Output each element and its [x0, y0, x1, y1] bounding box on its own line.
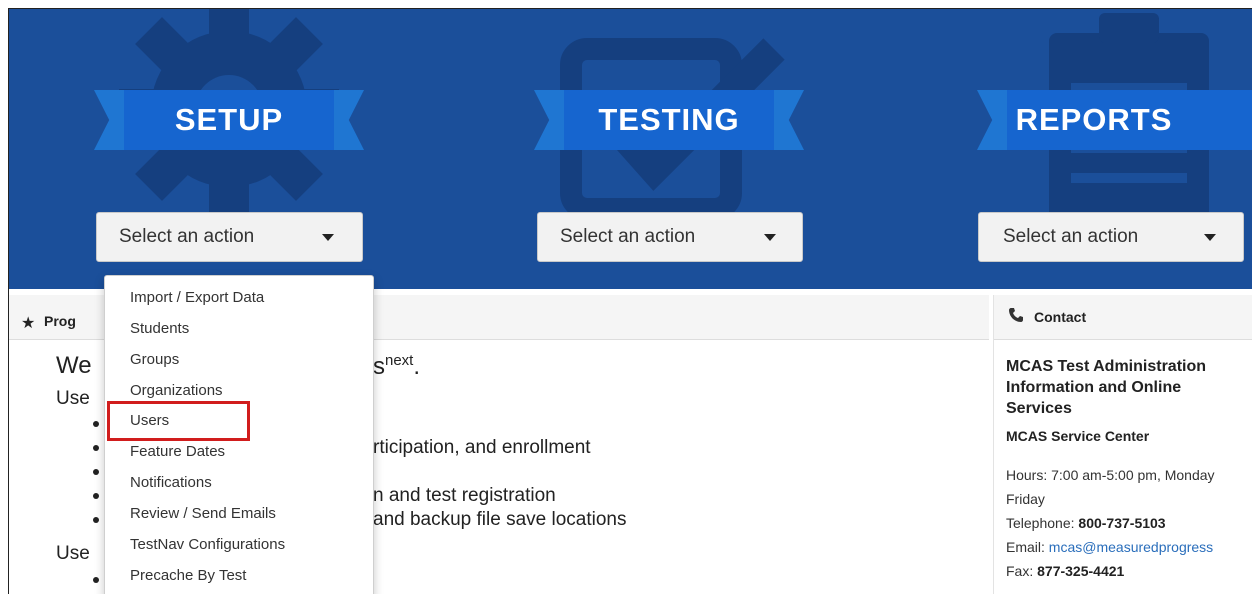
caret-down-icon: [1204, 234, 1216, 241]
testing-action-select[interactable]: Select an action: [537, 212, 803, 262]
bullet-participation-text: rticipation, and enrollment: [373, 437, 591, 458]
email-line: Email: mcas@measuredprogress: [1006, 539, 1214, 555]
users-highlight-box: [107, 401, 250, 441]
contact-panel: Contact MCAS Test Administration Informa…: [993, 295, 1252, 594]
bullet: [93, 469, 99, 475]
testing-ribbon: TESTING: [534, 90, 804, 150]
reports-ribbon: REPORTS: [977, 90, 1252, 150]
reports-title: REPORTS: [1015, 102, 1173, 137]
hours-line: Hours: 7:00 am-5:00 pm, Monday: [1006, 467, 1215, 483]
setup-title: SETUP: [174, 102, 284, 137]
menu-item-import-export[interactable]: Import / Export Data: [130, 289, 264, 306]
menu-item-groups[interactable]: Groups: [130, 351, 179, 368]
menu-item-notifications[interactable]: Notifications: [130, 474, 212, 491]
welcome-text-left: We: [56, 352, 92, 379]
menu-item-precache-by-test[interactable]: Precache By Test: [130, 567, 246, 584]
phone-icon: [1009, 308, 1023, 322]
email-link[interactable]: mcas@measuredprogress: [1049, 539, 1213, 555]
bullet-registration-text: n and test registration: [373, 485, 556, 506]
bullet: [93, 577, 99, 583]
fax-line: Fax: 877-325-4421: [1006, 563, 1125, 579]
use-label-1: Use: [56, 388, 90, 409]
bullet: [93, 445, 99, 451]
page-frame: SETUP TESTING REPORTS Select an action S…: [8, 8, 1252, 594]
use-label-2: Use: [56, 543, 90, 564]
contact-org-name: MCAS Test Administration Information and…: [1006, 358, 1207, 417]
menu-item-testnav-configurations[interactable]: TestNav Configurations: [130, 536, 285, 553]
welcome-text-right: snext.: [373, 352, 421, 380]
contact-panel-header: Contact: [994, 295, 1252, 340]
reports-action-label: Select an action: [1003, 226, 1139, 247]
service-center-label: MCAS Service Center: [1006, 428, 1150, 444]
bullet: [93, 421, 99, 427]
bullet-backup-text: and backup file save locations: [373, 509, 627, 530]
caret-down-icon: [764, 234, 776, 241]
star-icon: ★: [21, 315, 36, 332]
testing-title: TESTING: [598, 102, 740, 137]
testing-action-label: Select an action: [560, 226, 696, 247]
setup-ribbon: SETUP: [94, 90, 364, 150]
bullet: [93, 493, 99, 499]
setup-action-select[interactable]: Select an action: [96, 212, 363, 262]
telephone-number: 800-737-5103: [1078, 515, 1166, 531]
telephone-line: Telephone: 800-737-5103: [1006, 515, 1166, 531]
program-panel-title: Prog: [44, 313, 76, 329]
fax-number: 877-325-4421: [1037, 563, 1125, 579]
menu-item-organizations[interactable]: Organizations: [130, 382, 223, 399]
setup-action-label: Select an action: [119, 226, 255, 247]
hero-band: SETUP TESTING REPORTS Select an action S…: [9, 9, 1252, 289]
menu-item-feature-dates[interactable]: Feature Dates: [130, 443, 225, 460]
bullet: [93, 517, 99, 523]
menu-item-review-send-emails[interactable]: Review / Send Emails: [130, 505, 276, 522]
contact-title: Contact: [1034, 309, 1087, 325]
hours-line-cont: Friday: [1006, 491, 1045, 507]
caret-down-icon: [322, 234, 334, 241]
menu-item-students[interactable]: Students: [130, 320, 189, 337]
reports-action-select[interactable]: Select an action: [978, 212, 1244, 262]
